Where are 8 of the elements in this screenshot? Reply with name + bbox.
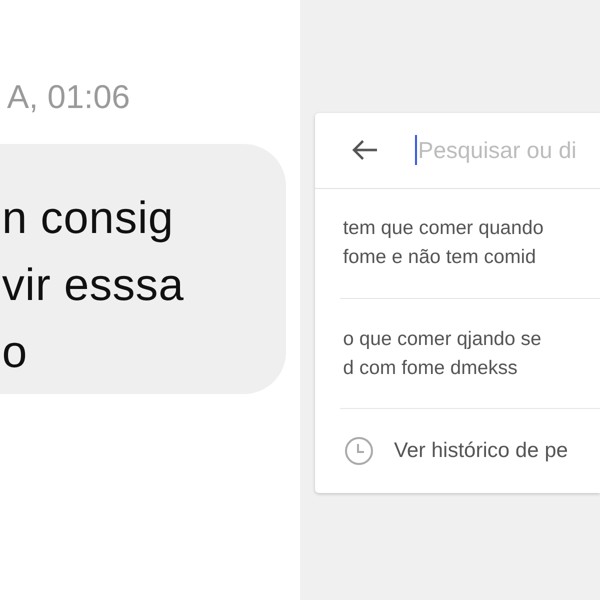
search-suggestion[interactable]: tem que comer quando fome e não tem comid (343, 214, 544, 272)
search-field[interactable]: Pesquisar ou di (417, 136, 588, 164)
back-arrow-icon[interactable] (351, 138, 379, 162)
message-text: n consig vir esssa o (2, 191, 186, 379)
search-suggestion[interactable]: o que comer qjando se d com fome dmekss (343, 324, 542, 383)
history-link[interactable]: Ver histórico de pe (394, 439, 568, 464)
clock-icon (344, 436, 374, 466)
message-timestamp: A, 01:06 (7, 78, 130, 116)
